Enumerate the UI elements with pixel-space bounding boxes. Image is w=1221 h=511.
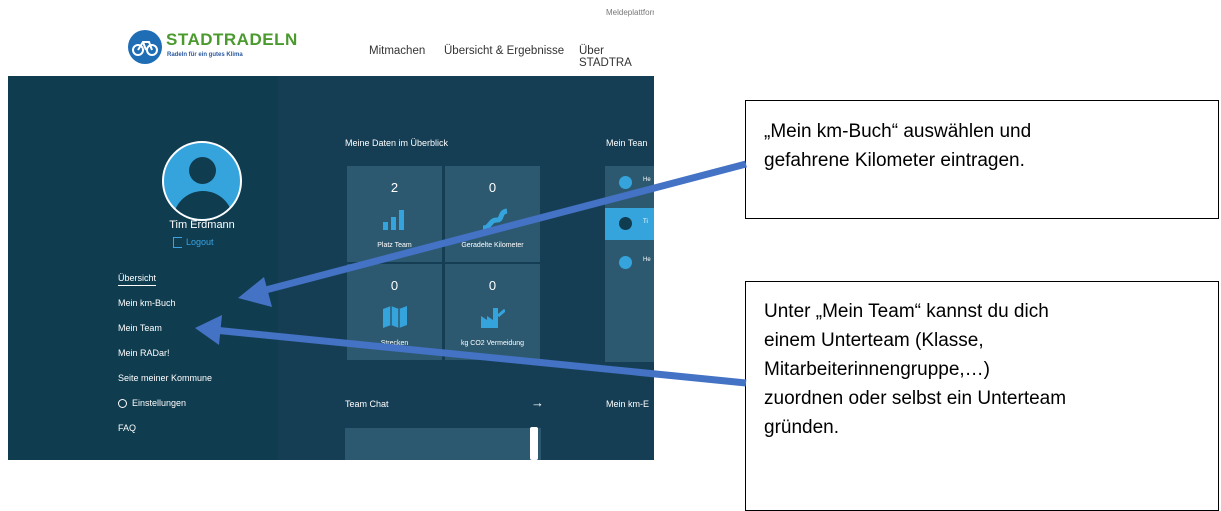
- arrow-head-km-buch: [238, 277, 272, 307]
- arrow-to-mein-team: [213, 326, 747, 387]
- arrow-to-km-buch: [257, 160, 747, 296]
- arrow-head-mein-team: [195, 315, 222, 345]
- annotation-arrows: [195, 160, 747, 387]
